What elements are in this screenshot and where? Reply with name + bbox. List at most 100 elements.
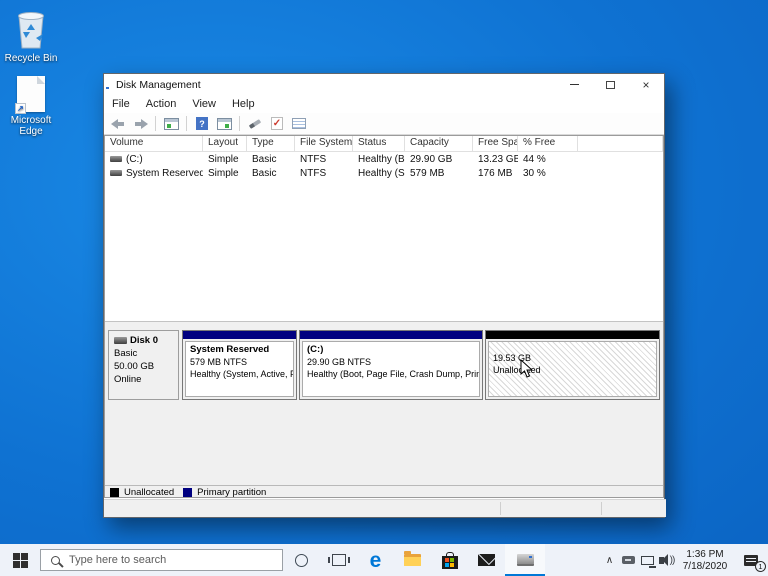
forward-button[interactable] (131, 115, 149, 133)
task-view-button[interactable] (320, 544, 357, 576)
window-title: Disk Management (116, 79, 201, 91)
start-button[interactable] (0, 544, 40, 576)
unallocated-size: 19.53 GB (493, 352, 652, 364)
menu-action[interactable]: Action (138, 95, 185, 113)
mail-button[interactable] (468, 544, 505, 576)
windows-logo-icon (13, 553, 28, 568)
partition-c[interactable]: (C:) 29.90 GB NTFS Healthy (Boot, Page F… (299, 330, 483, 400)
store-button[interactable] (431, 544, 468, 576)
column-header-free-space[interactable]: Free Spa... (473, 136, 518, 151)
volume-row-c[interactable]: (C:) Simple Basic NTFS Healthy (B... 29.… (105, 152, 663, 166)
unallocated-color-bar (486, 331, 659, 339)
partition-unallocated[interactable]: 19.53 GB Unallocated (485, 330, 660, 400)
show-action-pane-button[interactable] (215, 115, 233, 133)
tool-button[interactable] (246, 115, 264, 133)
search-input[interactable] (69, 554, 259, 566)
status-bar-divider (601, 502, 602, 515)
legend-bar: Unallocated Primary partition (105, 485, 663, 498)
volume-layout: Simple (203, 154, 247, 165)
partition-name: System Reserved (190, 344, 289, 356)
task-view-icon (332, 554, 346, 566)
legend-primary-label: Primary partition (197, 487, 266, 498)
desktop-icon-label: Microsoft Edge (2, 115, 60, 137)
legend-unallocated-swatch (110, 488, 119, 497)
maximize-icon (606, 81, 615, 89)
column-header-pct-free[interactable]: % Free (518, 136, 578, 151)
column-header-capacity[interactable]: Capacity (405, 136, 473, 151)
disk-0-row: Disk 0 Basic 50.00 GB Online System Rese… (108, 330, 660, 400)
column-header-status[interactable]: Status (353, 136, 405, 151)
menu-bar: File Action View Help (104, 95, 664, 113)
volume-status: Healthy (S... (353, 168, 405, 179)
status-bar-divider (500, 502, 501, 515)
legend-primary-swatch (183, 488, 192, 497)
primary-partition-color-bar (300, 331, 482, 339)
volume-type: Basic (247, 168, 295, 179)
tray-hardware-button[interactable] (619, 544, 638, 576)
partition-status: Healthy (System, Active, P (190, 368, 289, 380)
partition-system-reserved[interactable]: System Reserved 579 MB NTFS Healthy (Sys… (182, 330, 297, 400)
volume-file-system: NTFS (295, 154, 353, 165)
close-icon: × (642, 79, 649, 91)
volume-status: Healthy (B... (353, 154, 405, 165)
desktop-icon-microsoft-edge[interactable]: ↗ Microsoft Edge (2, 76, 60, 137)
disk-0-header-panel[interactable]: Disk 0 Basic 50.00 GB Online (108, 330, 179, 400)
status-bar (104, 499, 666, 517)
taskbar-clock[interactable]: 1:36 PM 7/18/2020 (676, 548, 734, 573)
show-console-tree-button[interactable] (162, 115, 180, 133)
volume-file-system: NTFS (295, 168, 353, 179)
action-center-button[interactable]: 1 (734, 544, 768, 576)
volume-row-system-reserved[interactable]: System Reserved Simple Basic NTFS Health… (105, 166, 663, 180)
unallocated-label: Unallocated (493, 364, 652, 376)
desktop: Recycle Bin ↗ Microsoft Edge Disk Manage… (0, 0, 768, 576)
mouse-cursor (520, 359, 533, 383)
help-button[interactable]: ? (193, 115, 211, 133)
menu-file[interactable]: File (104, 95, 138, 113)
tray-network-button[interactable] (638, 544, 657, 576)
edge-icon: e (370, 550, 382, 571)
toolbar: ? ✓ (104, 113, 664, 135)
partition-size: 29.90 GB NTFS (307, 356, 475, 368)
column-header-layout[interactable]: Layout (203, 136, 247, 151)
back-icon (111, 119, 126, 129)
minimize-button[interactable] (556, 74, 592, 95)
properties-button[interactable] (290, 115, 308, 133)
disk-management-icon (517, 554, 534, 564)
cortana-button[interactable] (283, 544, 320, 576)
menu-view[interactable]: View (184, 95, 224, 113)
volume-capacity: 29.90 GB (405, 154, 473, 165)
edge-shortcut-icon: ↗ (2, 76, 60, 112)
recycle-bin-icon (2, 8, 60, 50)
disk-type: Basic (114, 347, 178, 360)
edge-button[interactable]: e (357, 544, 394, 576)
volume-list-header: Volume Layout Type File System Status Ca… (105, 136, 663, 152)
back-button[interactable] (109, 115, 127, 133)
partition-status: Healthy (Boot, Page File, Crash Dump, Pr… (307, 368, 475, 380)
maximize-button[interactable] (592, 74, 628, 95)
column-header-volume[interactable]: Volume (105, 136, 203, 151)
file-explorer-button[interactable] (394, 544, 431, 576)
desktop-icon-recycle-bin[interactable]: Recycle Bin (2, 8, 60, 64)
speaker-icon (659, 557, 664, 564)
volume-layout: Simple (203, 168, 247, 179)
disk-icon (114, 337, 127, 344)
shortcut-arrow-icon: ↗ (15, 103, 26, 114)
menu-help[interactable]: Help (224, 95, 263, 113)
column-header-file-system[interactable]: File System (295, 136, 353, 151)
tray-volume-button[interactable]: )) (657, 544, 676, 576)
console-content: Volume Layout Type File System Status Ca… (104, 135, 664, 498)
disk-status: Online (114, 373, 178, 386)
close-button[interactable]: × (628, 74, 664, 95)
taskbar-search[interactable] (40, 549, 283, 571)
rescan-button[interactable]: ✓ (268, 115, 286, 133)
volume-icon (110, 156, 122, 162)
store-icon (442, 556, 458, 569)
file-explorer-icon (404, 554, 421, 566)
volume-pct-free: 30 % (518, 168, 578, 179)
desktop-icon-label: Recycle Bin (2, 53, 60, 64)
properties-icon (292, 118, 306, 129)
volume-capacity: 579 MB (405, 168, 473, 179)
tray-chevron-button[interactable]: ∧ (600, 544, 619, 576)
disk-management-taskbar-button[interactable] (505, 544, 545, 576)
column-header-type[interactable]: Type (247, 136, 295, 151)
